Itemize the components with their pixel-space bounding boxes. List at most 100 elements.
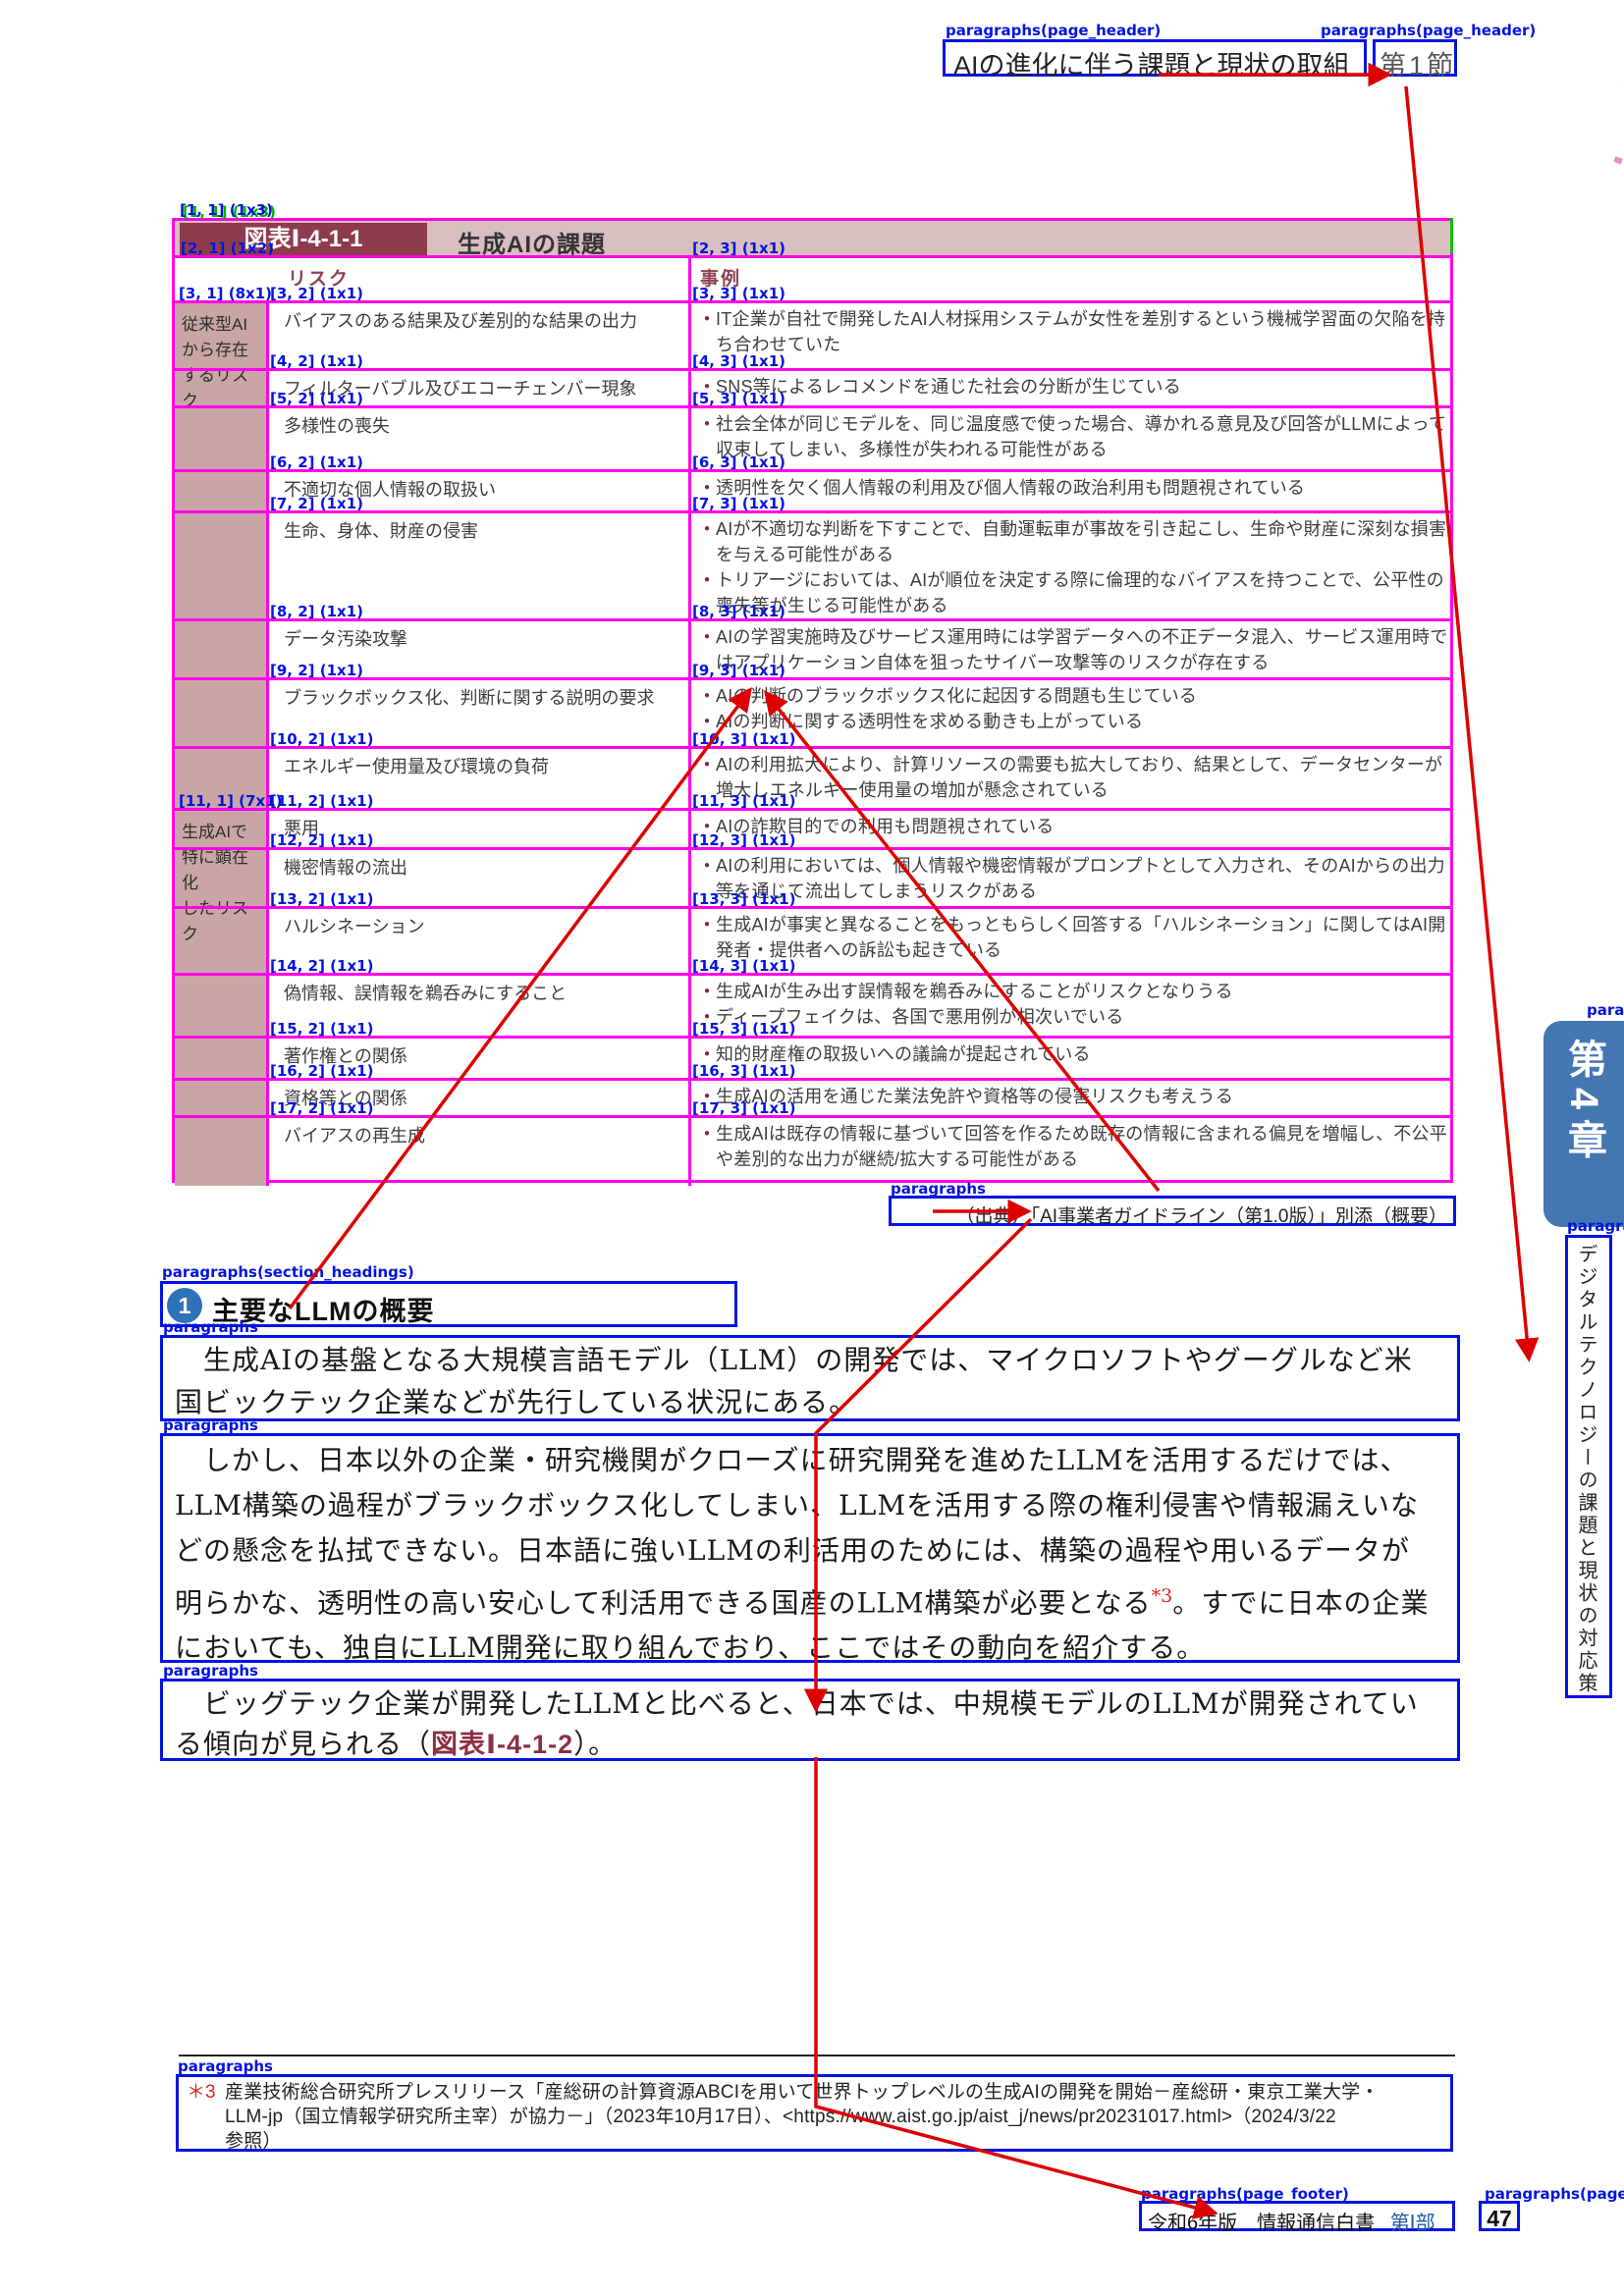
divider	[175, 368, 1450, 371]
annotation-tag-risk: [12, 2] (1x1)	[270, 831, 373, 849]
annotation-tag-example: [15, 3] (1x1)	[692, 1020, 795, 1038]
divider	[175, 510, 1450, 513]
annotation-label-paragraph: paragraphs	[163, 1318, 258, 1336]
annotation-tag-risk: [9, 2] (1x1)	[270, 662, 363, 679]
divider	[175, 405, 1450, 408]
example-text: 生成AIが生み出す誤情報を鵜呑みにすることがリスクとなりうる	[716, 979, 1233, 1004]
example-text: AIが不適切な判断を下すことで、自動運転車が事故を引き起こし、生命や財産に深刻な…	[716, 516, 1448, 567]
generative-ai-issues-table: 図表Ⅰ-4-1-1 生成AIの課題 リスク 事例 [3, 2] (1x1)[3,…	[172, 218, 1453, 1183]
annotation-tag: [2, 1] (1x2)	[181, 240, 274, 257]
divider	[175, 469, 1450, 472]
divider	[175, 255, 1450, 258]
category-cell: 従来型AI から存在 するリスク	[175, 300, 268, 808]
example-text: SNS等によるレコメンドを通じた社会の分断が生じている	[716, 374, 1181, 400]
annotation-label-paragraph: paragraphs	[163, 1662, 258, 1680]
annotation-label-source: paragraphs	[891, 1180, 986, 1198]
divider	[175, 300, 1450, 303]
annotation-tag-title: [1, 1] (1x3)	[180, 201, 273, 219]
chapter-title-text: デジタルテクノロジーの課題と現状の対応策	[1577, 1244, 1600, 1695]
footer-part: 第Ⅰ部	[1390, 2213, 1435, 2234]
paragraph-2: paragraphs しかし、日本以外の企業・研究機関がクローズに研究開発を進め…	[160, 1433, 1460, 1663]
example-text: AIの判断のブラックボックス化に起因する問題も生じている	[716, 683, 1197, 709]
paragraph-1: paragraphs 生成AIの基盤となる大規模言語モデル（LLM）の開発では、…	[160, 1335, 1460, 1421]
annotation-label-page-header-2: paragraphs(page_header)	[1321, 22, 1536, 39]
example-text: IT企業が自社で開発したAI人材採用システムが女性を差別するという機械学習面の欠…	[716, 306, 1448, 357]
example-text: 社会全体が同じモデルを、同じ温度感で使った場合、導かれる意見及び回答がLLMによ…	[716, 411, 1448, 462]
bullet-icon: ●	[704, 1121, 710, 1172]
green-edge-mark	[1450, 218, 1453, 253]
annotation-label-sidebar-2: paragraphs(page	[1567, 1217, 1624, 1235]
bullet-icon: ●	[704, 683, 710, 709]
bullet-icon: ●	[704, 979, 710, 1004]
example-cell: ●生成AIの活用を通じた業法免許や資格等の侵害リスクも考えうる	[690, 1078, 1456, 1115]
annotation-tag-category: [3, 1] (8x1)	[179, 285, 272, 302]
paragraph-line: る傾向が見られる（図表Ⅰ-4-1-2）。	[163, 1724, 1457, 1765]
bullet-icon: ●	[704, 306, 710, 357]
annotation-tag-example: [10, 3] (1x1)	[692, 730, 795, 748]
footnote-line: LLM-jp（国立情報学研究所主宰）が協力－」（2023年10月17日）、<ht…	[225, 2105, 1444, 2129]
example-cell: ●AIの判断のブラックボックス化に起因する問題も生じている●AIの判断に関する透…	[690, 677, 1456, 746]
annotation-tag-example: [14, 3] (1x1)	[692, 957, 795, 975]
example-text: トリアージにおいては、AIが順位を決定する際に倫理的なバイアスを持つことで、公平…	[716, 567, 1448, 618]
chapter-tab: 第4章	[1543, 1021, 1624, 1227]
risk-cell: バイアスの再生成	[268, 1115, 690, 1186]
annotation-tag-example: [16, 3] (1x1)	[692, 1062, 795, 1080]
example-cell: ●社会全体が同じモデルを、同じ温度感で使った場合、導かれる意見及び回答がLLMに…	[690, 405, 1456, 469]
paragraph-line: においても、独自にLLM開発に取り組んでおり、ここではその動向を紹介する。	[163, 1626, 1457, 1671]
divider	[175, 677, 1450, 680]
annotation-tag-risk: [11, 2] (1x1)	[270, 792, 373, 810]
annotation-tag: [2, 3] (1x1)	[692, 240, 785, 257]
example-cell: ●知的財産権の取扱いへの議論が提起されている	[690, 1036, 1456, 1078]
document-page: { "annotation": { "page_header_label": "…	[0, 0, 1624, 2296]
footnote-marker: ＊3	[187, 2080, 216, 2105]
paragraph-3: paragraphs ビッグテック企業が開発したLLMと比べると、日本では、中規…	[160, 1679, 1460, 1761]
annotation-tag-example: [6, 3] (1x1)	[692, 454, 785, 471]
bullet-icon: ●	[704, 912, 710, 963]
paragraph-line: 明らかな、透明性の高い安心して利活用できる国産のLLM構築が必要となる*3。すで…	[163, 1574, 1457, 1626]
footnote-line: 産業技術総合研究所プレスリリース「産総研の計算資源ABCIを用いて世界トップレベ…	[225, 2080, 1444, 2105]
annotation-tag-category: [11, 1] (7x1)	[179, 792, 282, 810]
annotation-tag-example: [9, 3] (1x1)	[692, 662, 785, 679]
divider	[266, 300, 269, 1186]
example-cell: ●AIの利用拡大により、計算リソースの需要も拡大しており、結果として、データセン…	[690, 746, 1456, 808]
example-text: 生成AIは既存の情報に基づいて回答を作るため既存の情報に含まれる偏見を増幅し、不…	[716, 1121, 1448, 1172]
annotation-tag-risk: [13, 2] (1x1)	[270, 890, 373, 908]
annotation-tag-risk: [16, 2] (1x1)	[270, 1062, 373, 1080]
annotation-label-page-number: paragraphs(page_footer)	[1485, 2185, 1624, 2203]
annotation-tag-risk: [3, 2] (1x1)	[270, 285, 363, 302]
figure-reference: 図表Ⅰ-4-1-2	[431, 1730, 573, 1759]
annotation-tag-example: [11, 3] (1x1)	[692, 792, 795, 810]
page-number: 47	[1479, 2201, 1520, 2231]
annotation-tag-risk: [15, 2] (1x1)	[270, 1020, 373, 1038]
chapter-title-vertical: デジタルテクノロジーの課題と現状の対応策	[1565, 1235, 1612, 1698]
chapter-tab-label: 第4章	[1555, 1039, 1612, 1168]
annotation-tag-example: [5, 3] (1x1)	[692, 390, 785, 407]
paragraph-line: LLM構築の過程がブラックボックス化してしまい、LLMを活用する際の権利侵害や情…	[163, 1483, 1457, 1528]
annotation-tag-risk: [8, 2] (1x1)	[270, 603, 363, 620]
annotation-tag-example: [13, 3] (1x1)	[692, 890, 795, 908]
example-cell: ●AIが不適切な判断を下すことで、自動運転車が事故を引き起こし、生命や財産に深刻…	[690, 510, 1456, 618]
annotation-tag-example: [4, 3] (1x1)	[692, 352, 785, 370]
table-source: （出典）「AI事業者ガイドライン（第1.0版）」別添（概要）	[889, 1196, 1456, 1226]
footer-book-title: 令和6年版 情報通信白書	[1148, 2213, 1375, 2234]
paragraph-line: どの懸念を払拭できない。日本語に強いLLMの利活用のためには、構築の過程や用いる…	[163, 1528, 1457, 1574]
example-cell: ●生成AIが事実と異なることをもっともらしく回答する「ハルシネーション」に関して…	[690, 906, 1456, 973]
annotation-label-page-header: paragraphs(page_header)	[946, 22, 1161, 39]
page-header-title: AIの進化に伴う課題と現状の取組	[943, 39, 1367, 77]
page-footer: 令和6年版 情報通信白書 第Ⅰ部	[1139, 2201, 1455, 2231]
footnote: ＊3 産業技術総合研究所プレスリリース「産総研の計算資源ABCIを用いて世界トッ…	[176, 2074, 1453, 2152]
example-cell: ●AIの学習実施時及びサービス運用時には学習データへの不正データ混入、サービス運…	[690, 618, 1456, 677]
footnote-ref: *3	[1152, 1585, 1173, 1607]
annotation-label-paragraph: paragraphs	[163, 1416, 258, 1434]
example-text: AIの学習実施時及びサービス運用時には学習データへの不正データ混入、サービス運用…	[716, 624, 1448, 675]
annotation-tag-example: [7, 3] (1x1)	[692, 495, 785, 512]
annotation-tag-risk: [6, 2] (1x1)	[270, 454, 363, 471]
page-header-section: 第1節	[1373, 39, 1457, 77]
example-cell: ●SNS等によるレコメンドを通じた社会の分断が生じている	[690, 368, 1456, 405]
example-cell: ●生成AIは既存の情報に基づいて回答を作るため既存の情報に含まれる偏見を増幅し、…	[690, 1115, 1456, 1186]
footnote-rule	[179, 2055, 1455, 2056]
example-text: 生成AIが事実と異なることをもっともらしく回答する「ハルシネーション」に関しては…	[716, 912, 1448, 963]
annotation-tag-risk: [17, 2] (1x1)	[270, 1099, 373, 1117]
footnote-line: 参照）	[225, 2129, 1444, 2154]
annotation-label-footnote: paragraphs	[178, 2057, 273, 2075]
